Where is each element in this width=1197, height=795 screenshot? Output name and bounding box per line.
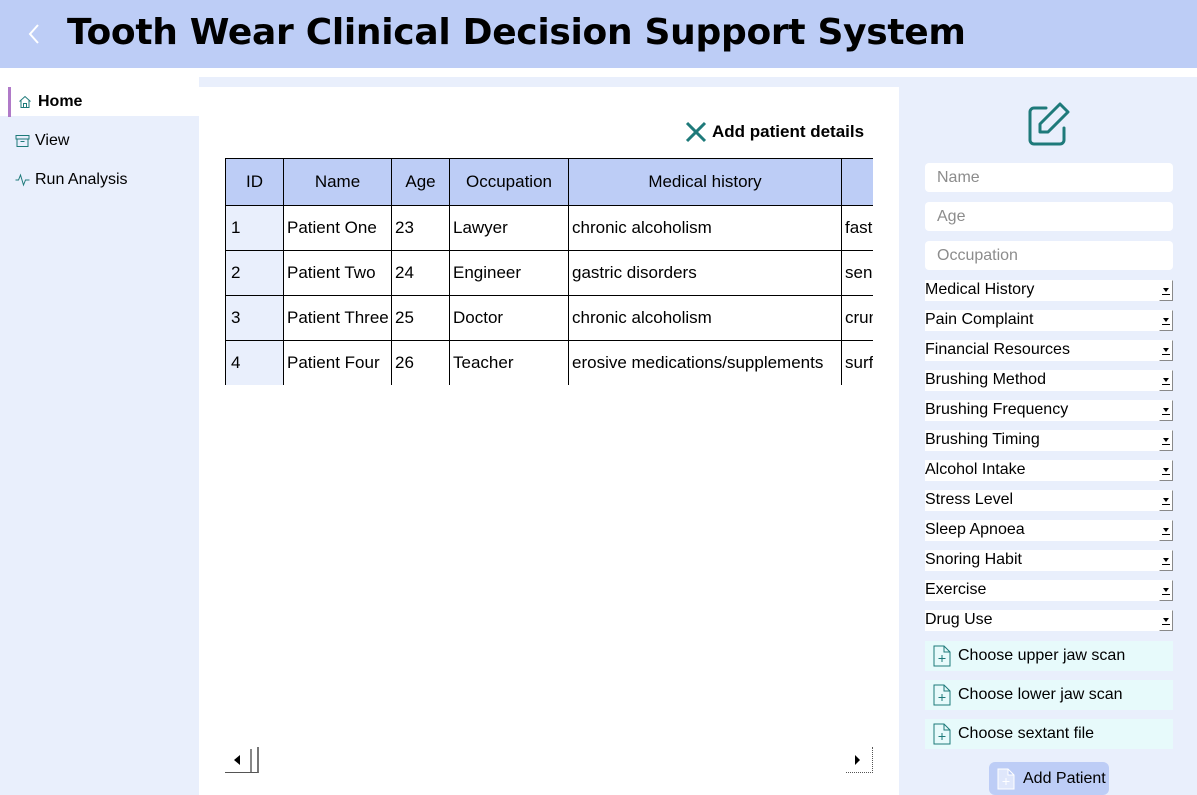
dropdown-arrow-icon[interactable] [1159,430,1173,451]
cell-medical-history: chronic alcoholism [568,205,842,251]
cell-occupation: Lawyer [449,205,569,251]
cell-truncated: crun [841,295,873,341]
file-plus-icon [933,684,951,706]
cell-age: 24 [391,250,450,296]
close-icon [685,121,707,143]
add-patient-details-button[interactable]: Add patient details [684,119,864,145]
cell-name: Patient Two [283,250,392,296]
snoring-habit-select[interactable]: Snoring Habit [925,550,1173,571]
choose-sextant-file-button[interactable]: Choose sextant file [925,719,1173,749]
sleep-apnoea-select[interactable]: Sleep Apnoea [925,520,1173,541]
add-patient-button[interactable]: Add Patient [989,762,1109,795]
cell-medical-history: chronic alcoholism [568,295,842,341]
occupation-field[interactable] [925,241,1173,270]
cell-id: 2 [225,250,284,296]
dropdown-arrow-icon[interactable] [1159,280,1173,301]
table-header-row: ID Name Age Occupation Medical history [225,158,873,206]
cell-id: 1 [225,205,284,251]
cell-age: 23 [391,205,450,251]
column-header-name[interactable]: Name [283,158,392,206]
dropdown-arrow-icon[interactable] [1159,490,1173,511]
choose-lower-jaw-scan-button[interactable]: Choose lower jaw scan [925,680,1173,710]
dropdown-arrow-icon[interactable] [1159,400,1173,421]
file-plus-icon [933,723,951,745]
arrow-right-icon [855,755,860,765]
cell-name: Patient One [283,205,392,251]
dropdown-arrow-icon[interactable] [1159,520,1173,541]
financial-resources-select[interactable]: Financial Resources [925,340,1173,361]
archive-icon [13,132,31,150]
app-title: Tooth Wear Clinical Decision Support Sys… [67,12,966,53]
cell-occupation: Teacher [449,340,569,385]
file-button-label: Choose upper jaw scan [958,647,1126,664]
file-button-label: Choose lower jaw scan [958,686,1123,703]
arrow-left-icon [234,755,240,765]
cell-medical-history: erosive medications/supplements [568,340,842,385]
scroll-right-button[interactable] [846,747,873,773]
sidebar-item-label: Home [38,93,83,110]
brushing-method-select[interactable]: Brushing Method [925,370,1173,391]
column-header-id[interactable]: ID [225,158,284,206]
dropdown-arrow-icon[interactable] [1159,580,1173,601]
cell-truncated: fast [841,205,873,251]
exercise-select[interactable]: Exercise [925,580,1173,601]
alcohol-intake-select[interactable]: Alcohol Intake [925,460,1173,481]
sidebar-item-view[interactable]: View [8,126,199,156]
brushing-frequency-select[interactable]: Brushing Frequency [925,400,1173,421]
cell-truncated: surf [841,340,873,385]
column-header-occupation[interactable]: Occupation [449,158,569,206]
patient-table: ID Name Age Occupation Medical history 1… [225,158,873,385]
column-header-medical-history[interactable]: Medical history [568,158,842,206]
header-divider [0,68,1197,77]
drug-use-select[interactable]: Drug Use [925,610,1173,631]
medical-history-select[interactable]: Medical History [925,280,1173,301]
table-row[interactable]: 2 Patient Two 24 Engineer gastric disord… [225,250,873,296]
table-row[interactable]: 4 Patient Four 26 Teacher erosive medica… [225,340,873,385]
table-row[interactable]: 1 Patient One 23 Lawyer chronic alcoholi… [225,205,873,251]
chevron-left-icon [28,24,39,44]
sidebar-item-label: Run Analysis [35,171,128,188]
file-plus-icon [933,645,951,667]
cell-name: Patient Four [283,340,392,385]
cell-age: 25 [391,295,450,341]
cell-truncated: sens [841,250,873,296]
cell-id: 4 [225,340,284,385]
brushing-timing-select[interactable]: Brushing Timing [925,430,1173,451]
back-button[interactable] [20,18,48,50]
table-row[interactable]: 3 Patient Three 25 Doctor chronic alcoho… [225,295,873,341]
stress-level-select[interactable]: Stress Level [925,490,1173,511]
dropdown-arrow-icon[interactable] [1159,340,1173,361]
scroll-left-button[interactable] [225,747,259,773]
name-field[interactable] [925,163,1173,192]
cell-occupation: Doctor [449,295,569,341]
dropdown-arrow-icon[interactable] [1159,310,1173,331]
cell-occupation: Engineer [449,250,569,296]
cell-id: 3 [225,295,284,341]
column-header-next[interactable] [841,158,873,206]
file-button-label: Choose sextant file [958,725,1095,742]
edit-icon [1028,102,1070,146]
add-patient-details-label: Add patient details [712,122,865,141]
app-header: Tooth Wear Clinical Decision Support Sys… [0,0,1197,68]
dropdown-arrow-icon[interactable] [1159,460,1173,481]
activity-icon [13,171,31,189]
column-header-age[interactable]: Age [391,158,450,206]
dropdown-arrow-icon[interactable] [1159,610,1173,631]
scrollbar-thumb[interactable] [250,749,252,772]
sidebar-item-run-analysis[interactable]: Run Analysis [8,165,199,195]
sidebar-item-home[interactable]: Home [8,87,199,117]
add-patient-label: Add Patient [1023,769,1106,787]
dropdown-arrow-icon[interactable] [1159,370,1173,391]
home-icon [16,93,34,111]
dropdown-arrow-icon[interactable] [1159,550,1173,571]
cell-age: 26 [391,340,450,385]
choose-upper-jaw-scan-button[interactable]: Choose upper jaw scan [925,641,1173,671]
file-plus-icon [997,768,1015,789]
cell-medical-history: gastric disorders [568,250,842,296]
cell-name: Patient Three [283,295,392,341]
sidebar-item-label: View [35,132,70,149]
pain-complaint-select[interactable]: Pain Complaint [925,310,1173,331]
age-field[interactable] [925,202,1173,231]
